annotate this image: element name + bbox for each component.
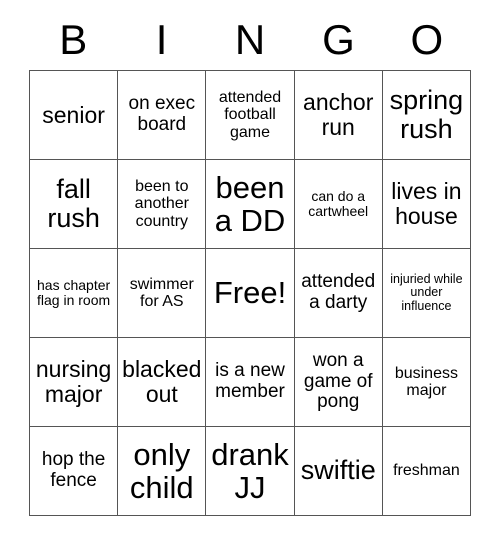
bingo-cell[interactable]: spring rush <box>382 71 472 160</box>
bingo-cell[interactable]: is a new member <box>206 338 295 427</box>
bingo-card: B I N G O senior on exec board attended … <box>29 10 472 516</box>
bingo-cell-label: has chapter flag in room <box>37 276 111 308</box>
bingo-cell[interactable]: been a DD <box>206 160 295 249</box>
bingo-cell[interactable]: nursing major <box>30 338 119 427</box>
bingo-cell-label: swimmer for AS <box>129 275 194 310</box>
bingo-row: fall rush been to another country been a… <box>30 160 472 249</box>
bingo-header: B I N G O <box>29 10 471 70</box>
bingo-cell-label: attended football game <box>218 89 282 141</box>
bingo-cell[interactable]: swimmer for AS <box>118 249 207 338</box>
bingo-cell-label: nursing major <box>35 356 112 407</box>
bingo-cell-label: business major <box>394 364 458 399</box>
bingo-cell[interactable]: blacked out <box>118 338 207 427</box>
bingo-cell[interactable]: attended a darty <box>294 249 383 338</box>
bingo-cell-label: won a game of pong <box>303 350 373 413</box>
bingo-cell-label: Free! <box>213 275 287 311</box>
bingo-cell-label: is a new member <box>215 360 285 402</box>
bingo-cell[interactable]: been to another country <box>118 160 207 249</box>
bingo-cell[interactable]: lives in house <box>382 160 472 249</box>
bingo-cell-label: only child <box>129 436 194 505</box>
bingo-cell-label: fall rush <box>47 173 100 233</box>
bingo-cell[interactable]: swiftie <box>294 427 383 516</box>
bingo-cell-label: hop the fence <box>41 449 106 491</box>
header-letter-n: N <box>234 16 266 63</box>
bingo-cell-label: on exec board <box>128 93 196 135</box>
bingo-cell-label: senior <box>42 101 105 128</box>
header-letter-i: I <box>155 16 168 63</box>
bingo-cell[interactable]: senior <box>30 71 119 160</box>
bingo-row: senior on exec board attended football g… <box>30 71 472 160</box>
bingo-cell-label: been to another country <box>134 178 189 230</box>
bingo-cell[interactable]: anchor run <box>294 71 383 160</box>
header-letter-b: B <box>59 16 88 63</box>
bingo-cell[interactable]: injuried while under influence <box>382 249 472 338</box>
bingo-cell-label: injuried while under influence <box>390 271 463 313</box>
bingo-cell[interactable]: hop the fence <box>30 427 119 516</box>
bingo-cell[interactable]: attended football game <box>206 71 295 160</box>
bingo-cell-label: blacked out <box>122 356 202 407</box>
bingo-cell-label: can do a cartwheel <box>308 187 369 219</box>
bingo-cell[interactable]: drank JJ <box>206 427 295 516</box>
bingo-cell-label: spring rush <box>389 84 464 144</box>
bingo-row: has chapter flag in room swimmer for AS … <box>30 249 472 338</box>
bingo-row: hop the fence only child drank JJ swifti… <box>30 427 472 516</box>
bingo-grid: senior on exec board attended football g… <box>29 70 472 516</box>
header-letter-o: O <box>410 16 444 63</box>
bingo-cell-label: drank JJ <box>211 436 289 505</box>
bingo-cell[interactable]: freshman <box>382 427 472 516</box>
bingo-cell[interactable]: can do a cartwheel <box>294 160 383 249</box>
bingo-cell-label: lives in house <box>391 178 462 229</box>
bingo-cell-label: been a DD <box>214 169 286 238</box>
header-letter-g: G <box>322 16 355 63</box>
bingo-cell[interactable]: fall rush <box>30 160 119 249</box>
bingo-cell-label: freshman <box>393 462 460 480</box>
bingo-cell-label: anchor run <box>303 89 374 140</box>
bingo-cell[interactable]: on exec board <box>118 71 207 160</box>
bingo-cell-label: swiftie <box>300 455 376 486</box>
bingo-row: nursing major blacked out is a new membe… <box>30 338 472 427</box>
bingo-cell[interactable]: won a game of pong <box>294 338 383 427</box>
bingo-cell-free[interactable]: Free! <box>206 249 295 338</box>
bingo-cell[interactable]: has chapter flag in room <box>30 249 119 338</box>
bingo-cell[interactable]: business major <box>382 338 472 427</box>
bingo-cell-label: attended a darty <box>301 271 376 313</box>
bingo-cell[interactable]: only child <box>118 427 207 516</box>
